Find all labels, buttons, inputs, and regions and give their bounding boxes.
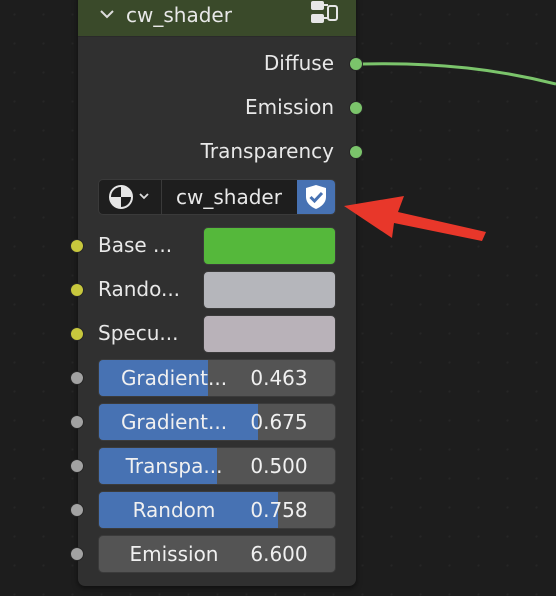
annotation-arrow	[344, 196, 486, 241]
